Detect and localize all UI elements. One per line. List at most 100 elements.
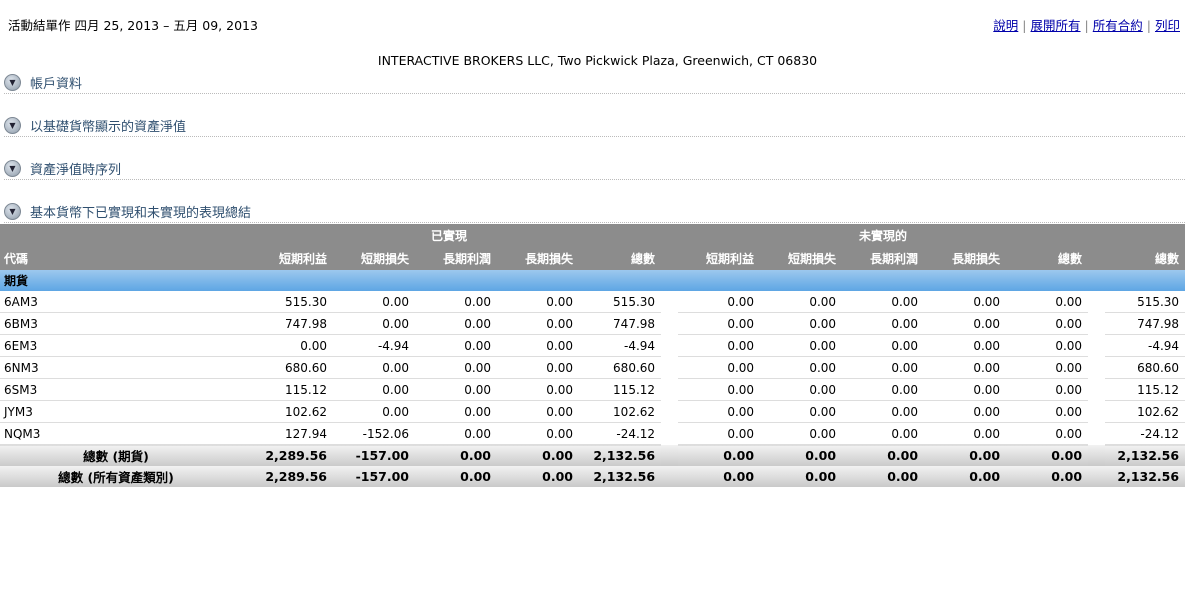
section-nav-time-series[interactable]: ▼ 資產淨值時序列	[0, 156, 1185, 199]
value-cell: 0.00	[237, 334, 333, 357]
value-cell: 0.00	[678, 400, 761, 423]
value-cell: 2,132.56	[1105, 466, 1186, 487]
section-label: 基本貨幣下已實現和未實現的表現總結	[30, 205, 252, 221]
expand-toggle-icon[interactable]: ▼	[4, 73, 21, 91]
symbol-cell[interactable]: 6SM3	[0, 378, 237, 401]
value-cell: 0.00	[760, 400, 843, 423]
value-cell: 0.00	[1006, 356, 1089, 379]
value-cell: 127.94	[237, 422, 333, 445]
value-cell: 0.00	[678, 444, 761, 466]
value-cell: 0.00	[842, 400, 925, 423]
value-cell: 515.30	[1105, 291, 1186, 313]
expand-all-link[interactable]: 展開所有	[1031, 18, 1081, 33]
link-separator: |	[1022, 18, 1027, 33]
value-cell: 0.00	[924, 444, 1007, 466]
value-cell: 0.00	[415, 466, 497, 487]
value-cell: -152.06	[333, 422, 415, 445]
symbol-cell[interactable]: 6BM3	[0, 312, 237, 335]
value-cell: 0.00	[760, 466, 843, 487]
column-spacer	[1088, 313, 1105, 335]
value-cell: 0.00	[678, 466, 761, 487]
section-list: ▼ 帳戶資料 ▼ 以基礎貨幣顯示的資產淨值 ▼ 資產淨值時序列 ▼ 基本貨幣下已實現和未…	[0, 70, 1185, 242]
column-spacer	[1088, 357, 1105, 379]
value-cell: 0.00	[1006, 400, 1089, 423]
value-cell: 0.00	[924, 356, 1007, 379]
statement-title: 活動結單作 四月 25, 2013 – 五月 09, 2013	[8, 18, 258, 33]
header-links: 說明 | 展開所有 | 所有合約 | 列印	[993, 15, 1180, 34]
col-header: 長期利潤	[842, 247, 925, 270]
value-cell: 0.00	[924, 400, 1007, 423]
table-row: 6EM3 0.00 -4.94 0.00 0.00 -4.94 0.00 0.00 0.00 0.…	[0, 334, 1186, 357]
group-header-row: 已實現 未實現的	[0, 224, 1186, 247]
value-cell: 0.00	[842, 466, 925, 487]
value-cell: 0.00	[333, 400, 415, 423]
value-cell: 0.00	[842, 378, 925, 401]
value-cell: 0.00	[497, 291, 579, 313]
value-cell: 0.00	[678, 422, 761, 445]
symbol-cell[interactable]: 6AM3	[0, 291, 237, 313]
column-spacer	[1088, 335, 1105, 357]
value-cell: 0.00	[678, 312, 761, 335]
table-row: JYM3 102.62 0.00 0.00 0.00 102.62 0.00 0.00 0.00…	[0, 400, 1186, 423]
print-link[interactable]: 列印	[1155, 18, 1180, 33]
value-cell: 0.00	[924, 291, 1007, 313]
value-cell: 0.00	[415, 291, 497, 313]
total-row: 總數 (期貨) 2,289.56 -157.00 0.00 0.00 2,132.56 0.…	[0, 444, 1186, 466]
value-cell: 515.30	[237, 291, 333, 313]
section-nav-base-currency[interactable]: ▼ 以基礎貨幣顯示的資產淨值	[0, 113, 1185, 156]
value-cell: 0.00	[924, 312, 1007, 335]
col-header: 總數	[1105, 247, 1186, 270]
symbol-cell[interactable]: 6EM3	[0, 334, 237, 357]
column-spacer	[661, 466, 679, 487]
column-spacer	[661, 313, 678, 335]
symbol-cell[interactable]: JYM3	[0, 400, 237, 423]
symbol-cell[interactable]: 6NM3	[0, 356, 237, 379]
value-cell: -4.94	[333, 334, 415, 357]
section-label: 以基礎貨幣顯示的資產淨值	[30, 119, 187, 135]
broker-address: INTERACTIVE BROKERS LLC, Two Pickwick Pl…	[377, 53, 818, 68]
column-header-row: 代碼 短期利益 短期損失 長期利潤 長期損失 總數 短期利益 短期損失 長期利潤…	[0, 247, 1186, 270]
value-cell: 2,132.56	[1105, 444, 1186, 466]
value-cell: 0.00	[1006, 312, 1089, 335]
value-cell: 0.00	[415, 422, 497, 445]
column-spacer	[661, 423, 678, 445]
section-divider	[4, 93, 1185, 94]
help-link[interactable]: 說明	[993, 18, 1018, 33]
value-cell: 0.00	[760, 444, 843, 466]
symbol-cell[interactable]: NQM3	[0, 422, 237, 445]
column-spacer	[1088, 423, 1105, 445]
value-cell: 2,132.56	[579, 466, 662, 487]
group-realized: 已實現	[237, 224, 662, 247]
column-spacer	[1088, 401, 1105, 423]
total-row: 總數 (所有資產類別) 2,289.56 -157.00 0.00 0.00 2,132.…	[0, 466, 1186, 487]
value-cell: 102.62	[237, 400, 333, 423]
value-cell: 747.98	[237, 312, 333, 335]
value-cell: 0.00	[760, 334, 843, 357]
value-cell: 680.60	[1105, 356, 1186, 379]
value-cell: 0.00	[497, 444, 579, 466]
expand-toggle-icon[interactable]: ▼	[4, 116, 21, 134]
expand-toggle-icon[interactable]: ▼	[4, 159, 21, 177]
value-cell: 0.00	[1006, 378, 1089, 401]
category-label: 期貨	[0, 270, 1186, 291]
table-row: 6BM3 747.98 0.00 0.00 0.00 747.98 0.00 0.00 0.00…	[0, 312, 1186, 335]
column-spacer	[661, 357, 678, 379]
value-cell: 0.00	[678, 334, 761, 357]
top-bar: 活動結單作 四月 25, 2013 – 五月 09, 2013 說明 | 展開所有 |…	[0, 0, 1195, 40]
value-cell: -4.94	[1105, 334, 1186, 357]
all-contracts-link[interactable]: 所有合約	[1093, 18, 1143, 33]
value-cell: 0.00	[924, 378, 1007, 401]
value-cell: 680.60	[237, 356, 333, 379]
value-cell: 2,289.56	[237, 466, 333, 487]
value-cell: 102.62	[579, 400, 662, 423]
table-row: 6NM3 680.60 0.00 0.00 0.00 680.60 0.00 0.00 0.00…	[0, 356, 1186, 379]
value-cell: 0.00	[333, 291, 415, 313]
expand-toggle-icon[interactable]: ▼	[4, 202, 21, 220]
column-spacer	[661, 291, 678, 313]
value-cell: -24.12	[579, 422, 662, 445]
col-header: 短期損失	[760, 247, 843, 270]
column-spacer	[1088, 466, 1106, 487]
value-cell: 2,289.56	[237, 444, 333, 466]
value-cell: 0.00	[924, 466, 1007, 487]
section-account-info[interactable]: ▼ 帳戶資料	[0, 70, 1185, 113]
